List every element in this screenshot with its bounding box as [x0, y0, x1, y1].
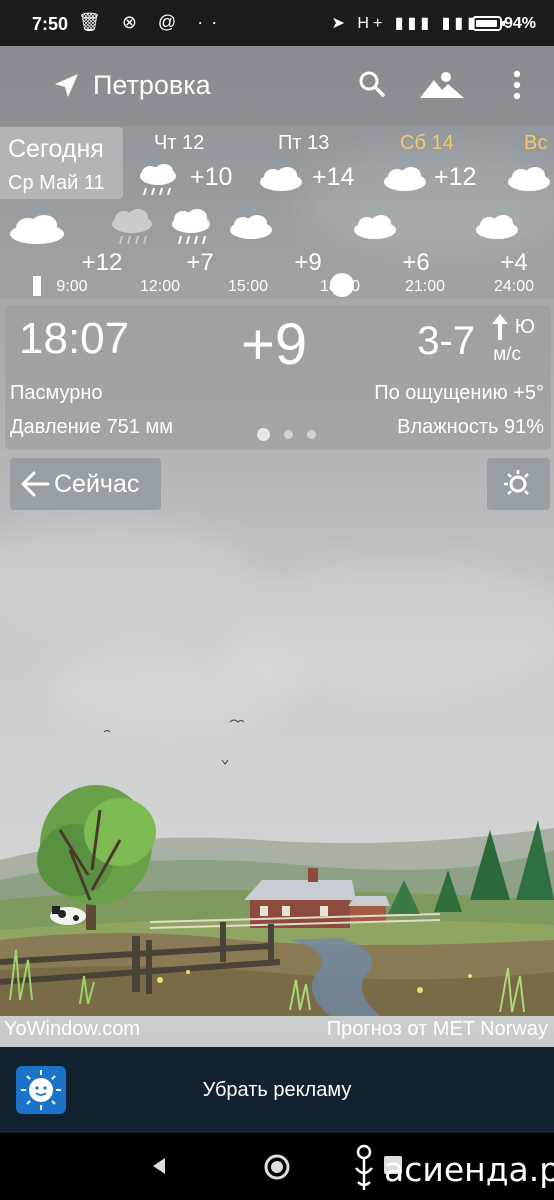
day-temp: +12 — [434, 163, 477, 191]
rain-cloud-icon — [112, 209, 152, 245]
hour-time: 24:00 — [493, 278, 535, 295]
today-label: Сегодня — [8, 135, 104, 163]
app-header: Петровка — [0, 46, 554, 126]
hour-temp: +12 — [81, 249, 123, 276]
current-temperature: +9 — [241, 312, 308, 377]
hour-time: 9:00 — [56, 278, 88, 295]
page-indicator — [257, 426, 330, 444]
signal-icons: ➤ H+ ▮▮▮ ▮▮▮ — [331, 15, 480, 32]
wind-direction: Ю — [514, 316, 535, 338]
today-date: Ср Май 11 — [8, 172, 105, 194]
status-bar: 7:50 🗑 ⊗ @ ·· ➤ H+ ▮▮▮ ▮▮▮ 94% — [0, 0, 554, 46]
day-item-fri[interactable]: Пт 13 +14 — [258, 126, 388, 200]
status-time: 7:50 — [32, 14, 69, 34]
time-scrubber-handle[interactable] — [330, 273, 354, 297]
rain-cloud-icon — [172, 209, 210, 245]
wind-unit: м/с — [493, 344, 521, 365]
sun-icon — [504, 470, 529, 495]
cloud-icon — [354, 215, 396, 239]
page-dot-active — [257, 428, 270, 442]
remove-ads-label: Убрать рекламу — [202, 1079, 352, 1101]
notification-icons: 🗑 ⊗ @ ·· — [78, 12, 226, 32]
wind-speed: 3-7 — [417, 319, 475, 363]
rain-cloud-icon — [140, 164, 176, 196]
page-dot — [284, 430, 293, 440]
hour-time: 15:00 — [227, 278, 269, 295]
pressure: Давление 751 мм — [10, 416, 173, 438]
hour-temp: +4 — [500, 249, 528, 276]
current-weather-card[interactable]: 18:07 +9 3-7 Ю м/с Пасмурно По ощущению … — [5, 306, 551, 450]
now-button-label: Сейчас — [54, 470, 140, 498]
day-name: Вс — [524, 132, 548, 154]
battery-icon — [472, 16, 505, 31]
yowindow-credit-link[interactable]: YoWindow.com — [4, 1018, 140, 1041]
page-dot — [307, 430, 316, 440]
day-item-sat[interactable]: Сб 14 +12 — [382, 126, 512, 200]
hour-temp: +7 — [186, 249, 214, 276]
arrow-left-icon — [21, 471, 50, 497]
more-menu-icon[interactable] — [506, 68, 528, 102]
hour-time: 21:00 — [404, 278, 446, 295]
location-name[interactable]: Петровка — [93, 70, 211, 101]
hourly-forecast-strip[interactable]: +12 +7 +9 +6 +4 9:00 12:00 15:00 18:00 2… — [0, 200, 554, 298]
wind-direction-arrow-icon — [492, 314, 508, 340]
search-icon[interactable] — [358, 70, 386, 98]
daily-forecast-strip: Сегодня Ср Май 11 Чт 12 +10 Пт 13 +14 Сб… — [0, 126, 554, 200]
cloud-icon — [260, 167, 302, 191]
landscape-icon[interactable] — [420, 70, 464, 100]
day-name: Сб 14 — [400, 132, 454, 154]
hour-temp: +9 — [294, 249, 322, 276]
day-temp: +14 — [312, 163, 355, 191]
condition-text: Пасмурно — [10, 382, 103, 404]
battery-percent: 94% — [503, 15, 536, 32]
location-arrow-icon[interactable] — [52, 72, 80, 100]
today-tab[interactable]: Сегодня Ср Май 11 — [0, 127, 123, 199]
feels-like: По ощущению +5° — [374, 382, 544, 404]
day-name: Чт 12 — [154, 132, 205, 154]
cloud-icon — [10, 215, 64, 244]
nav-back-icon[interactable] — [150, 1156, 170, 1176]
nav-home-icon[interactable] — [263, 1153, 291, 1181]
forecast-source-link[interactable]: Прогноз от MET Norway — [327, 1018, 548, 1041]
landscape-scene — [0, 719, 554, 1016]
sun-moon-button[interactable] — [487, 458, 550, 510]
day-name: Пт 13 — [278, 132, 330, 154]
humidity: Влажность 91% — [397, 416, 544, 438]
current-time: 18:07 — [19, 314, 130, 363]
day-temp: +10 — [190, 163, 233, 191]
hour-time: 12:00 — [139, 278, 181, 295]
cloud-icon — [230, 215, 272, 239]
day-item-sun[interactable]: Вс — [506, 126, 554, 200]
cloud-icon — [508, 167, 550, 191]
remove-ads-banner[interactable]: Убрать рекламу — [0, 1047, 554, 1133]
cloud-icon — [384, 167, 426, 191]
hour-temp: +6 — [402, 249, 430, 276]
watermark-text: асиенда.ру — [384, 1150, 554, 1189]
day-item-thu[interactable]: Чт 12 +10 — [136, 126, 266, 200]
cloud-icon — [476, 215, 518, 239]
now-button[interactable]: Сейчас — [10, 458, 161, 510]
